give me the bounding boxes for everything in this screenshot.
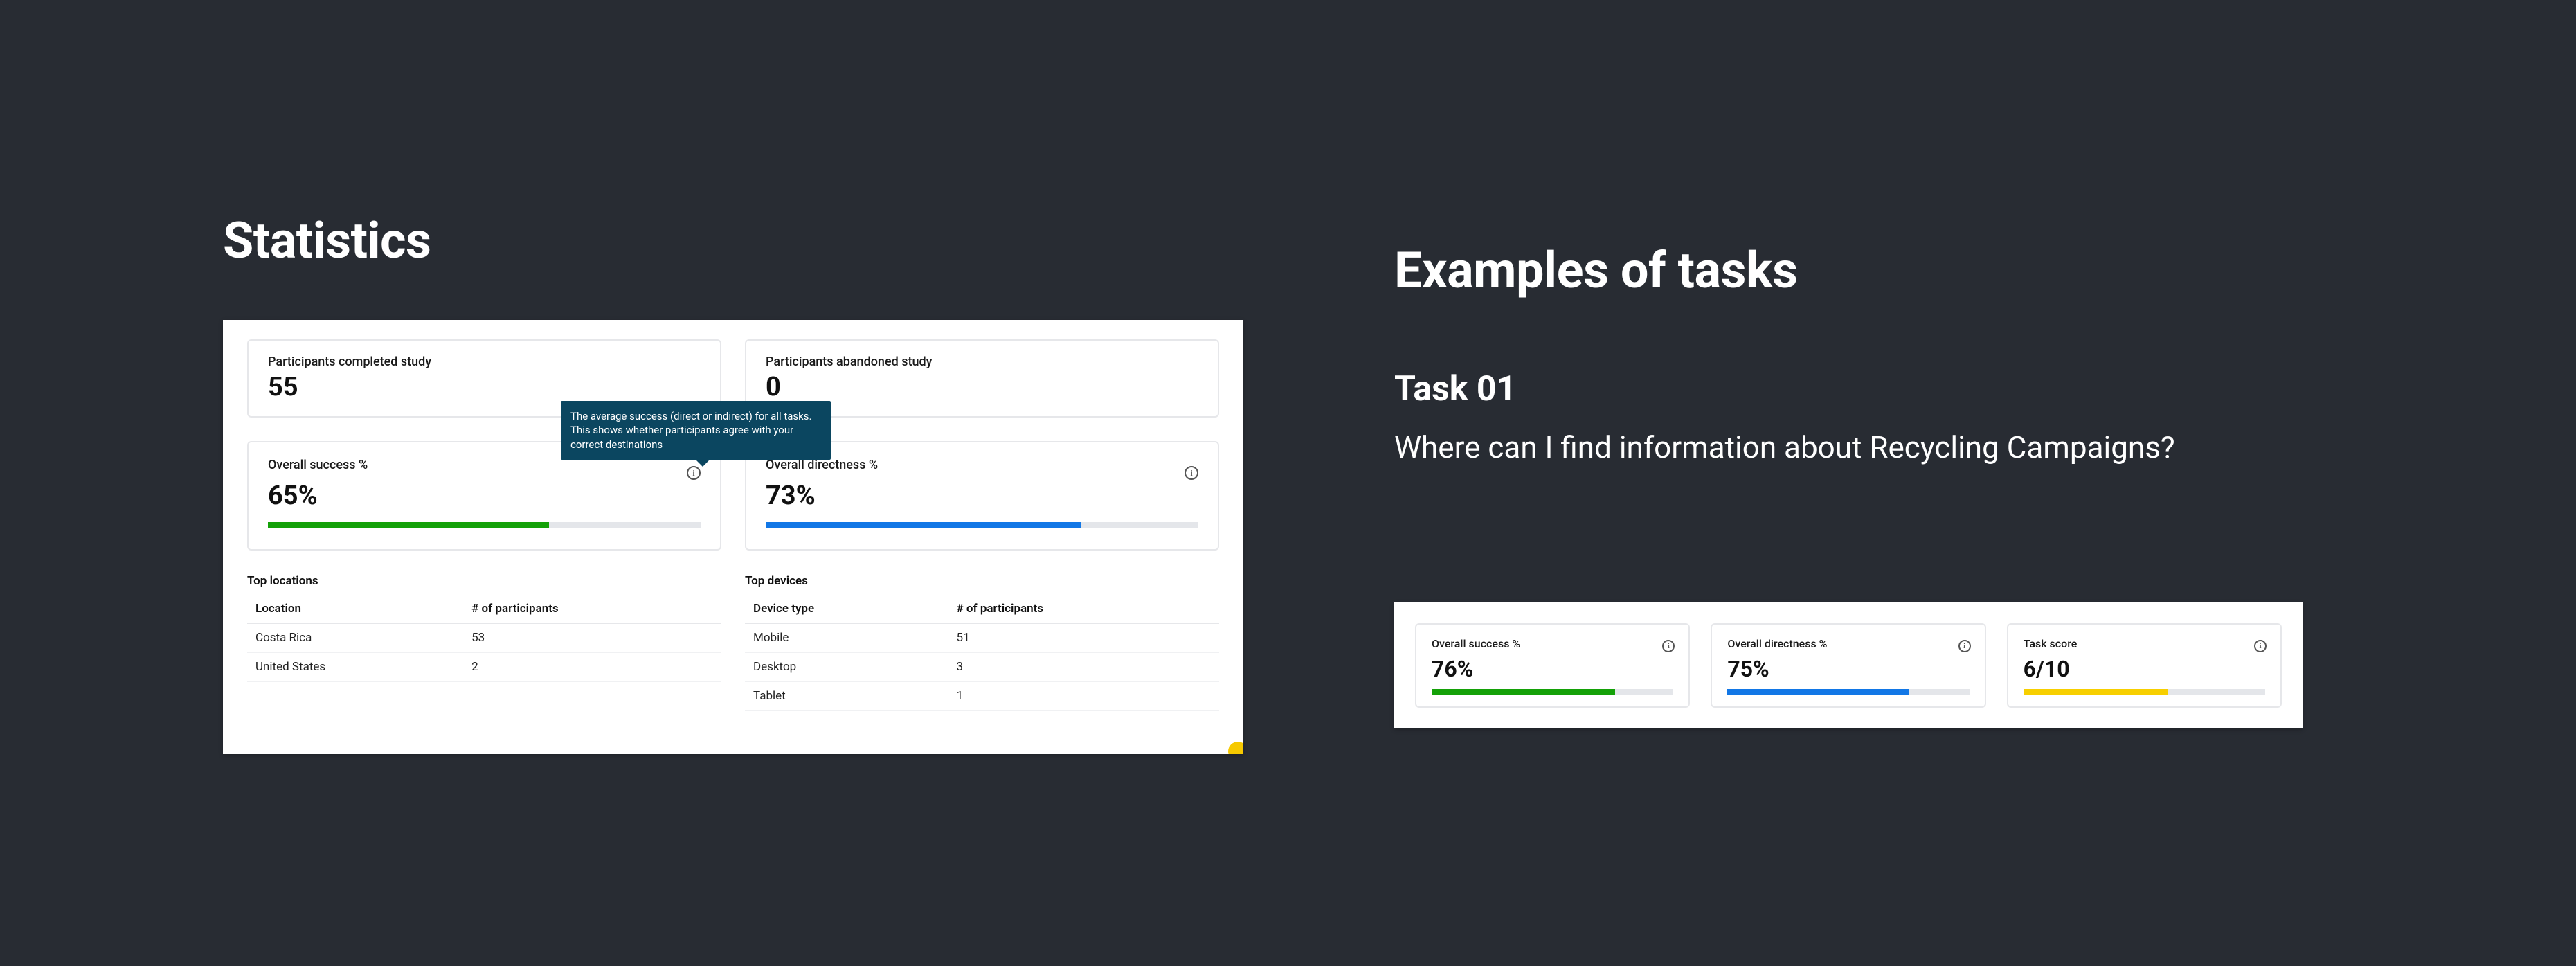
completed-label: Participants completed study <box>268 355 701 369</box>
task-directness-bar <box>1727 689 1969 695</box>
locations-table: Location # of participants Costa Rica53U… <box>247 595 721 682</box>
task-directness-value: 75% <box>1727 656 1969 682</box>
completed-value: 55 <box>268 372 701 402</box>
success-tooltip: The average success (direct or indirect)… <box>561 401 831 460</box>
task-score-fill <box>2024 689 2169 695</box>
table-row: United States2 <box>247 652 721 681</box>
overall-directness-value: 73% <box>766 481 1198 511</box>
table-row: Mobile51 <box>745 623 1219 652</box>
task-success-bar <box>1432 689 1673 695</box>
task-success-label: Overall success % <box>1432 637 1673 650</box>
locations-header-1: # of participants <box>463 595 721 623</box>
overall-success-fill <box>268 522 549 528</box>
help-bubble-icon[interactable] <box>1228 742 1243 754</box>
overall-success-value: 65% <box>268 481 701 511</box>
statistics-panel: Participants completed study 55 Particip… <box>223 320 1243 754</box>
task-score-card: Task score i 6/10 <box>2007 623 2282 708</box>
task-metrics-panel: Overall success % i 76% Overall directne… <box>1394 602 2303 728</box>
task-score-bar <box>2024 689 2265 695</box>
table-cell: Costa Rica <box>247 623 463 652</box>
devices-header-1: # of participants <box>948 595 1219 623</box>
table-row: Costa Rica53 <box>247 623 721 652</box>
table-row: Desktop3 <box>745 652 1219 681</box>
info-icon[interactable]: i <box>2254 640 2267 652</box>
task-success-card: Overall success % i 76% <box>1415 623 1690 708</box>
abandoned-value: 0 <box>766 372 1198 402</box>
locations-header-0: Location <box>247 595 463 623</box>
table-cell: 2 <box>463 652 721 681</box>
task-title: Task 01 <box>1394 369 1516 409</box>
top-locations-title: Top locations <box>247 574 721 588</box>
info-icon[interactable]: i <box>1958 640 1971 652</box>
top-devices-title: Top devices <box>745 574 1219 588</box>
task-directness-label: Overall directness % <box>1727 637 1969 650</box>
overall-success-bar <box>268 522 701 528</box>
devices-table: Device type # of participants Mobile51De… <box>745 595 1219 711</box>
task-score-value: 6/10 <box>2024 656 2265 682</box>
examples-heading: Examples of tasks <box>1394 241 1797 300</box>
table-header-row: Device type # of participants <box>745 595 1219 623</box>
table-cell: Tablet <box>745 681 948 710</box>
task-success-value: 76% <box>1432 656 1673 682</box>
table-cell: Mobile <box>745 623 948 652</box>
overall-directness-fill <box>766 522 1081 528</box>
table-cell: United States <box>247 652 463 681</box>
info-icon[interactable]: i <box>1185 466 1198 480</box>
statistics-heading: Statistics <box>223 211 431 270</box>
top-devices: Top devices Device type # of participant… <box>745 574 1219 711</box>
info-icon[interactable]: i <box>687 466 701 480</box>
devices-header-0: Device type <box>745 595 948 623</box>
task-success-fill <box>1432 689 1615 695</box>
table-cell: 3 <box>948 652 1219 681</box>
table-cell: Desktop <box>745 652 948 681</box>
overall-success-label: Overall success % <box>268 458 701 472</box>
abandoned-label: Participants abandoned study <box>766 355 1198 369</box>
task-score-label: Task score <box>2024 637 2265 650</box>
table-cell: 1 <box>948 681 1219 710</box>
top-locations: Top locations Location # of participants… <box>247 574 721 711</box>
task-directness-fill <box>1727 689 1909 695</box>
info-icon[interactable]: i <box>1662 640 1675 652</box>
task-description: Where can I find information about Recyc… <box>1394 429 2175 465</box>
task-directness-card: Overall directness % i 75% <box>1711 623 1985 708</box>
table-row: Tablet1 <box>745 681 1219 710</box>
table-header-row: Location # of participants <box>247 595 721 623</box>
overall-directness-bar <box>766 522 1198 528</box>
table-cell: 51 <box>948 623 1219 652</box>
overall-directness-label: Overall directness % <box>766 458 1198 472</box>
table-cell: 53 <box>463 623 721 652</box>
